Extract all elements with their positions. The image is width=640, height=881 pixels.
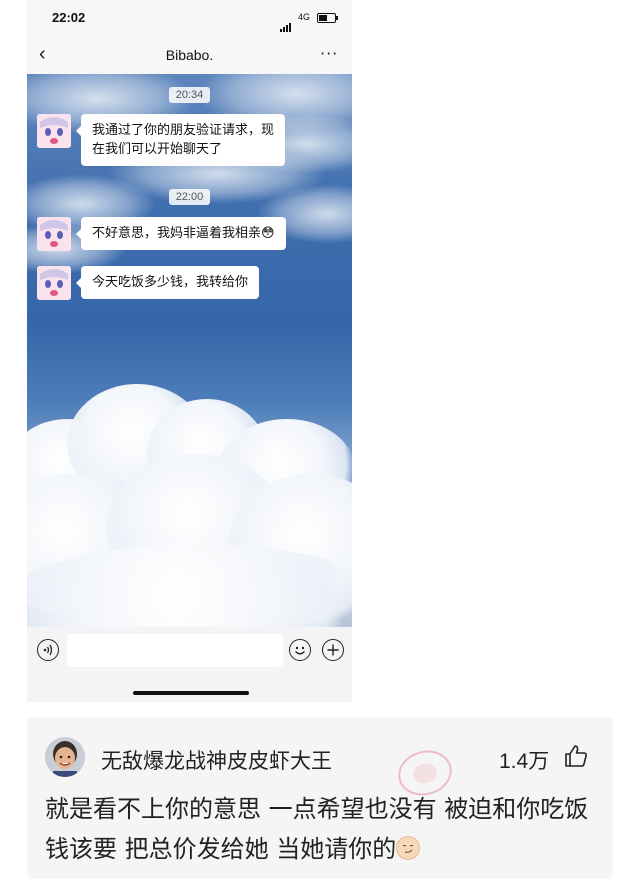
comment-card: 无敌爆龙战神皮皮虾大王 1.4万 就是看不上你的意思 一点希望也没有 被迫和你吃… bbox=[27, 717, 613, 879]
message-bubble[interactable]: 不好意思，我妈非逼着我相亲😳 bbox=[76, 217, 286, 250]
chat-background: 20:34 我通过了你的朋友验证请求，现 在我们可以开始聊天了 22:00 不好… bbox=[27, 74, 352, 627]
commenter-avatar[interactable] bbox=[45, 737, 85, 777]
battery-icon bbox=[317, 13, 338, 23]
thumbs-up-icon[interactable] bbox=[563, 743, 589, 769]
voice-icon[interactable] bbox=[37, 639, 59, 661]
home-indicator bbox=[133, 691, 249, 695]
message-bubble[interactable]: 我通过了你的朋友验证请求，现 在我们可以开始聊天了 bbox=[75, 114, 286, 166]
status-time: 22:02 bbox=[52, 10, 86, 25]
chat-header: ‹ Bibabo. ··· bbox=[27, 36, 352, 74]
input-bar bbox=[27, 627, 352, 702]
chat-title: Bibabo. bbox=[165, 47, 214, 63]
shenping-watermark-stamp bbox=[398, 750, 452, 796]
network-type: 4G bbox=[298, 12, 311, 22]
timestamp: 22:00 bbox=[27, 185, 352, 205]
message-input[interactable] bbox=[67, 634, 283, 667]
add-plus-icon[interactable] bbox=[322, 639, 344, 661]
contact-avatar[interactable] bbox=[37, 266, 71, 300]
commenter-username[interactable]: 无敌爆龙战神皮皮虾大王 bbox=[101, 745, 332, 775]
contact-avatar[interactable] bbox=[37, 114, 71, 148]
signal-icon bbox=[280, 13, 292, 32]
timestamp: 20:34 bbox=[27, 83, 352, 103]
smirk-emoji-icon bbox=[396, 836, 421, 860]
chat-screenshot: 22:02 4G ‹ Bibabo. ··· 20:34 我通过了你的朋友验证请… bbox=[27, 0, 352, 702]
emoji-smile-icon[interactable] bbox=[289, 639, 311, 661]
more-options-icon[interactable]: ··· bbox=[320, 44, 338, 63]
contact-avatar[interactable] bbox=[37, 217, 71, 251]
like-count: 1.4万 bbox=[499, 750, 550, 773]
status-bar: 22:02 4G bbox=[27, 0, 352, 36]
comment-text: 就是看不上你的意思 一点希望也没有 被迫和你吃饭 钱该要 把总价发给她 当她请你… bbox=[45, 795, 589, 863]
message-bubble[interactable]: 今天吃饭多少钱，我转给你 bbox=[75, 266, 260, 299]
